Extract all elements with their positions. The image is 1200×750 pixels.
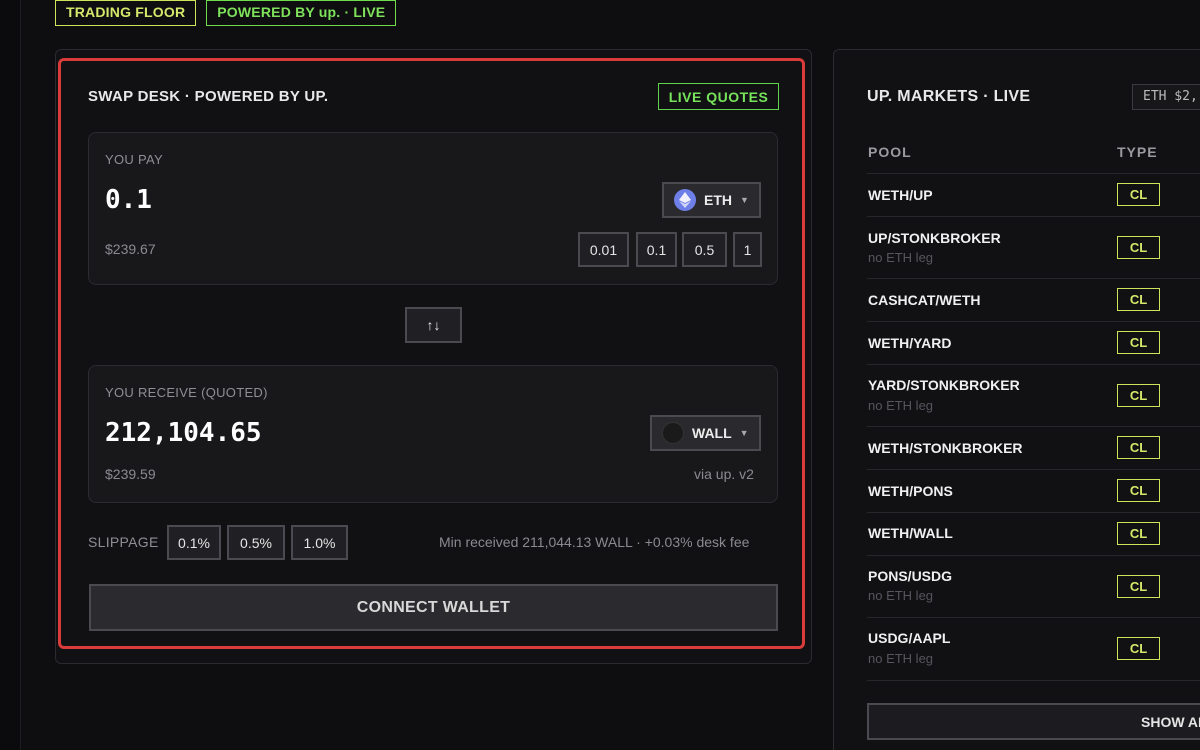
pool-type-badge: CL [1117, 288, 1160, 311]
quick-amount-0-01[interactable]: 0.01 [578, 232, 629, 267]
pool-name[interactable]: WETH/STONKBROKER [868, 440, 1023, 456]
pool-name[interactable]: WETH/WALL [868, 525, 953, 541]
top-tags: TRADING FLOOR POWERED BY up. · LIVE [55, 0, 397, 26]
pay-amount-input[interactable]: 0.1 [105, 185, 152, 215]
pay-label: YOU PAY [105, 152, 163, 167]
quick-amount-0-5[interactable]: 0.5 [682, 232, 727, 267]
pool-subtitle: no ETH leg [868, 398, 934, 413]
tag-trading-floor[interactable]: TRADING FLOOR [55, 0, 197, 26]
connect-wallet-button[interactable]: CONNECT WALLET [89, 584, 778, 631]
column-header-pool[interactable]: POOL [868, 144, 912, 160]
flip-direction-button[interactable]: ↑↓ [405, 307, 462, 343]
pool-name[interactable]: CASHCAT/WETH [868, 292, 981, 308]
row-divider [867, 216, 1200, 217]
left-rail [0, 0, 21, 750]
pool-subtitle: no ETH leg [868, 250, 934, 265]
row-divider [867, 680, 1200, 681]
pool-type-badge: CL [1117, 384, 1160, 407]
pool-name[interactable]: WETH/YARD [868, 335, 952, 351]
pay-token-selector[interactable]: ETH ▼ [662, 182, 761, 218]
row-divider [867, 173, 1200, 174]
route-label: via up. v2 [694, 466, 754, 482]
pool-type-badge: CL [1117, 236, 1160, 259]
pool-type-badge: CL [1117, 637, 1160, 660]
row-divider [867, 364, 1200, 365]
pool-name[interactable]: WETH/UP [868, 187, 933, 203]
pool-type-badge: CL [1117, 522, 1160, 545]
wall-token-icon [662, 422, 684, 444]
live-quotes-badge: LIVE QUOTES [658, 83, 779, 110]
pool-name[interactable]: PONS/USDG [868, 568, 952, 584]
row-divider [867, 555, 1200, 556]
row-divider [867, 617, 1200, 618]
quick-amount-1[interactable]: 1 [733, 232, 762, 267]
pool-name[interactable]: USDG/AAPL [868, 630, 950, 646]
pay-box: YOU PAY 0.1 $239.67 ETH ▼ 0.01 0.1 0.5 1 [88, 132, 778, 285]
ethereum-icon [674, 189, 696, 211]
min-received-text: Min received 211,044.13 WALL · +0.03% de… [439, 534, 750, 550]
slippage-option-0-5[interactable]: 0.5% [227, 525, 285, 560]
pool-name[interactable]: WETH/PONS [868, 483, 953, 499]
pool-subtitle: no ETH leg [868, 588, 934, 603]
swap-desk-title: SWAP DESK · POWERED BY UP. [88, 88, 329, 105]
slippage-option-0-1[interactable]: 0.1% [167, 525, 221, 560]
receive-amount: 212,104.65 [105, 418, 262, 448]
pool-subtitle: no ETH leg [868, 651, 934, 666]
eth-price-ticker: ETH $2, [1132, 84, 1200, 110]
slippage-option-1-0[interactable]: 1.0% [291, 525, 348, 560]
pool-type-badge: CL [1117, 436, 1160, 459]
pool-type-badge: CL [1117, 183, 1160, 206]
receive-usd-value: $239.59 [105, 466, 156, 482]
slippage-label: SLIPPAGE [88, 534, 159, 550]
row-divider [867, 426, 1200, 427]
pool-type-badge: CL [1117, 479, 1160, 502]
tag-powered-live: POWERED BY up. · LIVE [206, 0, 397, 26]
show-all-button[interactable]: SHOW AL [867, 703, 1200, 740]
row-divider [867, 321, 1200, 322]
chevron-down-icon: ▼ [740, 195, 749, 205]
markets-title: UP. MARKETS · LIVE [867, 88, 1031, 105]
row-divider [867, 469, 1200, 470]
receive-label: YOU RECEIVE (QUOTED) [105, 385, 268, 400]
pay-usd-value: $239.67 [105, 241, 156, 257]
pool-name[interactable]: YARD/STONKBROKER [868, 377, 1020, 393]
receive-token-selector[interactable]: WALL ▼ [650, 415, 761, 451]
pool-name[interactable]: UP/STONKBROKER [868, 230, 1001, 246]
row-divider [867, 512, 1200, 513]
row-divider [867, 278, 1200, 279]
receive-box: YOU RECEIVE (QUOTED) 212,104.65 $239.59 … [88, 365, 778, 503]
column-header-type[interactable]: TYPE [1117, 144, 1158, 160]
pay-token-label: ETH [704, 192, 732, 208]
quick-amount-0-1[interactable]: 0.1 [636, 232, 677, 267]
receive-token-label: WALL [692, 425, 732, 441]
chevron-down-icon: ▼ [739, 428, 749, 438]
pool-type-badge: CL [1117, 575, 1160, 598]
pool-type-badge: CL [1117, 331, 1160, 354]
